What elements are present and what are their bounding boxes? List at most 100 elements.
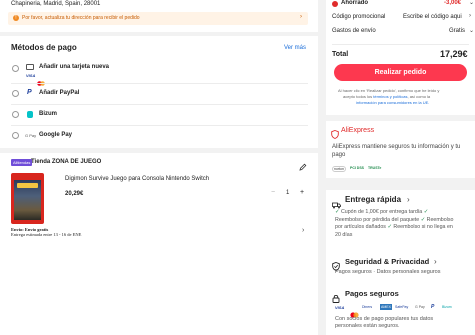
security-title[interactable]: Seguridad & Privacidad <box>345 257 429 266</box>
see-more-link[interactable]: Ver más <box>284 45 306 51</box>
decrease-button[interactable]: − <box>271 189 275 196</box>
security-subtitle: Pagos seguros · Datos personales seguros <box>335 269 441 275</box>
payment-option-gpay[interactable]: G Pay Google Pay <box>0 129 318 143</box>
radio-button[interactable] <box>12 132 19 139</box>
savings-label: Ahorrado <box>341 0 368 6</box>
divider <box>11 83 308 84</box>
radio-button[interactable] <box>12 65 19 72</box>
check-icon: ✓ <box>387 224 392 230</box>
secure-pay-card: Pagos seguros VISA Diners AMEX SafePay G… <box>326 284 475 335</box>
delivery-benefit: Reembolso por pérdida del paquete <box>335 216 420 223</box>
product-title[interactable]: Digimon Survive Juego para Consola Ninte… <box>65 176 209 182</box>
chevron-right-icon[interactable]: › <box>434 257 437 266</box>
increase-button[interactable]: + <box>300 189 304 196</box>
payment-title: Métodos de pago <box>11 43 77 52</box>
visa-logo: VISA <box>26 73 36 78</box>
visa-logo: VISA <box>335 305 345 310</box>
delivery-benefit: Reembolso si no llega en <box>393 224 453 230</box>
chevron-right-icon[interactable]: › <box>469 13 471 19</box>
terms-link[interactable]: términos y políticas <box>373 94 407 99</box>
check-icon: ✓ <box>335 209 340 215</box>
cover-logo <box>17 183 38 188</box>
edit-icon[interactable] <box>299 158 307 171</box>
radio-button[interactable] <box>12 90 19 97</box>
shield-icon <box>331 126 339 139</box>
bizum-icon <box>27 111 33 118</box>
shipping-detail: Entrega estimada entre 13 - 16 de ENE <box>11 232 82 237</box>
shipping-cost-label: Gastos de envío <box>332 28 376 34</box>
savings-value: -3,00€ <box>444 0 462 6</box>
delivery-benefit: Cupón de 1,00€ por entrega tardía <box>340 209 423 215</box>
aliexpress-logo: AliExpress <box>341 127 375 134</box>
chevron-down-icon[interactable]: ⌄ <box>469 27 474 34</box>
coin-icon <box>332 1 338 7</box>
delivery-row-4: 20 días <box>335 232 473 240</box>
store-badge: Alltiendas <box>11 159 33 166</box>
payment-option-bizum[interactable]: Bizum <box>0 108 318 122</box>
delivery-title[interactable]: Entrega rápida <box>345 195 401 204</box>
promo-label: Código promocional <box>332 14 386 20</box>
total-value: 17,29€ <box>440 49 468 59</box>
store-card: Alltiendas Tienda ZONA DE JUEGO Digimon … <box>0 153 318 335</box>
delivery-benefit: por artículos dañados <box>335 224 386 230</box>
payment-option-label: Google Pay <box>39 132 73 138</box>
chevron-down-icon[interactable]: ⌄ <box>469 0 474 6</box>
trust-statement-1: AliExpress mantiene seguros tu informaci… <box>332 144 461 158</box>
gpay-logo: G Pay <box>415 305 425 309</box>
address-card: Chapineria, Madrid, Spain, 28001 ! Por f… <box>0 0 318 32</box>
address-notice-text: Por favor, actualiza tu dirección para r… <box>22 15 140 21</box>
summary-card: Ahorrado -3,00€ ⌄ Código promocional Esc… <box>326 0 475 115</box>
quantity-value[interactable]: 1 <box>286 190 289 196</box>
product-price: 20,29€ <box>65 191 84 197</box>
payment-option-label: Bizum <box>39 111 57 117</box>
gpay-icon: G Pay <box>25 133 37 138</box>
address-notice[interactable]: ! Por favor, actualiza tu dirección para… <box>8 12 308 25</box>
bizum-logo: Bizum <box>442 305 452 309</box>
shipping-cost-value: Gratis <box>449 28 466 34</box>
quantity-stepper: − 1 + <box>271 189 307 199</box>
consumer-info-link[interactable]: información para consumidores en la UE. <box>356 100 429 105</box>
paypal-logo: P <box>431 304 435 310</box>
chevron-right-icon[interactable]: › <box>302 227 304 234</box>
truste-badge: TRUSTe <box>368 166 382 170</box>
promo-input[interactable]: Escribe el código aqui <box>403 14 462 20</box>
safepay-logo: SafePay <box>395 305 409 309</box>
delivery-card: Entrega rápida › ✓ Cupón de 1,00€ por en… <box>326 190 475 252</box>
truck-icon <box>332 196 341 209</box>
legal-line-2: acepto todos los términos y políticas, a… <box>343 94 430 99</box>
place-order-button[interactable]: Realizar pedido <box>334 64 467 81</box>
store-name[interactable]: Tienda ZONA DE JUEGO <box>31 159 101 165</box>
norton-badge: norton <box>332 166 346 172</box>
chevron-right-icon: › <box>300 14 302 20</box>
total-label: Total <box>332 51 349 58</box>
radio-button[interactable] <box>12 111 19 118</box>
mastercard-logo <box>350 305 359 318</box>
divider <box>11 104 308 105</box>
product-image[interactable] <box>11 173 44 224</box>
delivery-benefit: 20 días <box>335 231 353 238</box>
card-icon <box>26 64 34 70</box>
check-icon: ✓ <box>423 209 429 215</box>
shield-check-icon <box>332 258 340 271</box>
divider <box>11 125 308 126</box>
legal-text: acepto todos los <box>343 94 374 99</box>
pci-badge: PCI DSS <box>350 166 365 170</box>
legal-text: , así como la <box>407 94 431 99</box>
address-line: Chapineria, Madrid, Spain, 28001 <box>11 1 101 7</box>
legal-line-1: Al hacer clic en 'Realizar pedido', conf… <box>338 88 440 93</box>
delivery-row-1: ✓ Cupón de 1,00€ por entrega tardía ✓ <box>335 209 473 217</box>
chevron-right-icon[interactable]: › <box>407 195 410 204</box>
secure-pay-description-2: personales están seguros. <box>335 323 400 329</box>
delivery-row-2: Reembolso por pérdida del paquete ✓ Reem… <box>335 217 473 225</box>
diners-logo: Diners <box>362 305 373 309</box>
payment-option-label: Añadir una tarjeta nueva <box>39 64 110 70</box>
security-card: Seguridad & Privacidad › Pagos seguros ·… <box>326 252 475 284</box>
divider <box>332 44 469 45</box>
delivery-row-3: por artículos dañados ✓ Reembolso si no … <box>335 224 473 232</box>
secure-pay-description-1: Con socios de pago populares tus datos <box>335 316 434 322</box>
amex-logo: AMEX <box>380 304 392 310</box>
lock-icon <box>332 290 340 303</box>
payment-logos: VISA Diners AMEX SafePay G Pay P Bizum <box>335 304 473 318</box>
payment-option-paypal[interactable]: P Añadir PayPal <box>0 87 318 101</box>
payment-option-card[interactable]: Añadir una tarjeta nueva VISA <box>0 61 318 86</box>
